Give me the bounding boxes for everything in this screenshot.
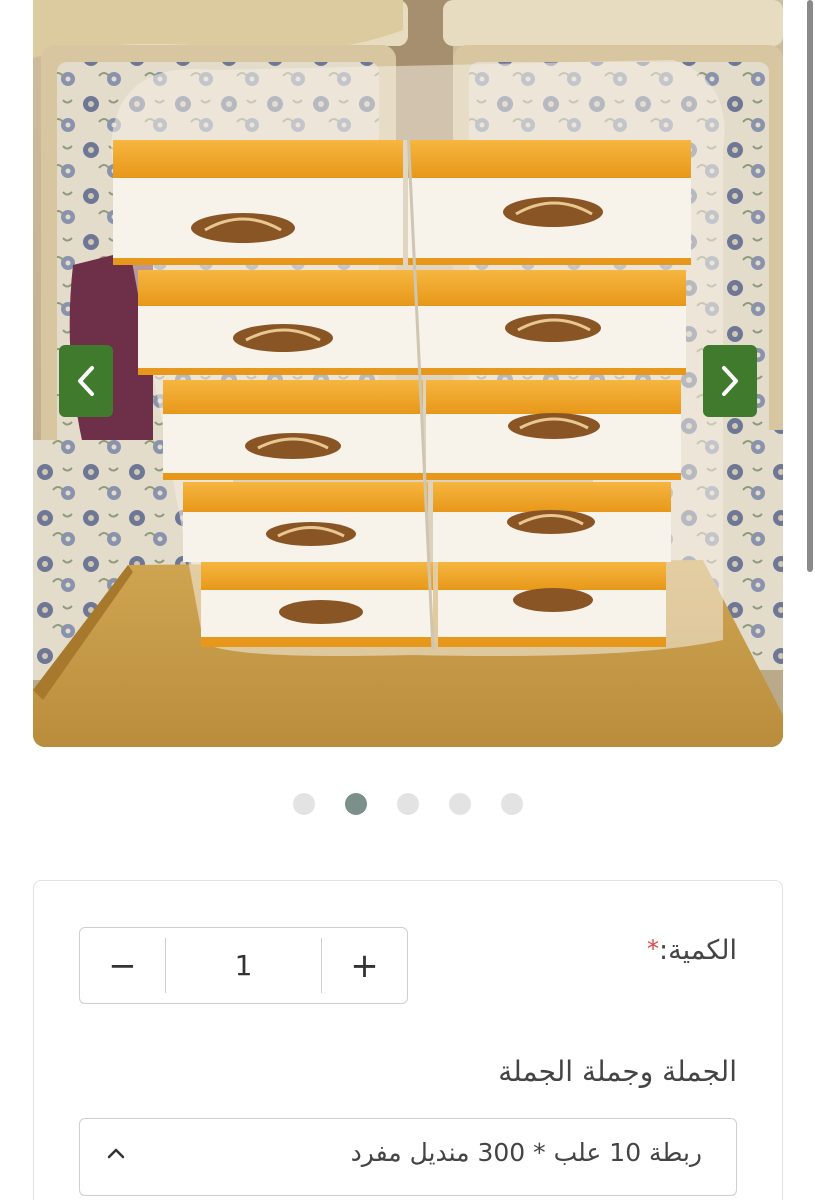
quantity-input[interactable]: 1 — [166, 928, 321, 1003]
product-options-card: الكمية:* − 1 + الجملة وجملة الجملة ربطة … — [33, 880, 783, 1200]
product-page: الكمية:* − 1 + الجملة وجملة الجملة ربطة … — [0, 0, 815, 1200]
carousel-pagination — [0, 793, 815, 815]
quantity-stepper: − 1 + — [79, 927, 408, 1004]
chevron-up-icon — [106, 1145, 126, 1164]
carousel-dot-3[interactable] — [396, 793, 419, 815]
chevron-right-icon — [719, 364, 741, 398]
variant-select[interactable]: ربطة 10 علب * 300 منديل مفرد — [79, 1118, 737, 1196]
decrement-button[interactable]: − — [80, 928, 165, 1003]
carousel-prev-button[interactable] — [59, 345, 113, 417]
page-scrollbar[interactable] — [807, 0, 813, 572]
tissue-box-stack-right — [408, 140, 691, 647]
increment-button[interactable]: + — [322, 928, 407, 1003]
chevron-left-icon — [75, 364, 97, 398]
carousel-dot-5[interactable] — [500, 793, 523, 815]
carousel-dot-4[interactable] — [448, 793, 471, 815]
carousel-dot-1[interactable] — [292, 793, 315, 815]
carousel-next-button[interactable] — [703, 345, 757, 417]
variant-label: الجملة وجملة الجملة — [498, 1055, 737, 1088]
carousel-dot-2[interactable] — [344, 793, 367, 815]
quantity-label: الكمية:* — [647, 935, 737, 966]
quantity-label-text: الكمية: — [659, 935, 737, 966]
product-photo — [33, 0, 783, 747]
product-image-carousel — [33, 0, 783, 747]
variant-selected-value: ربطة 10 علب * 300 منديل مفرد — [350, 1138, 702, 1167]
required-mark: * — [647, 935, 660, 963]
